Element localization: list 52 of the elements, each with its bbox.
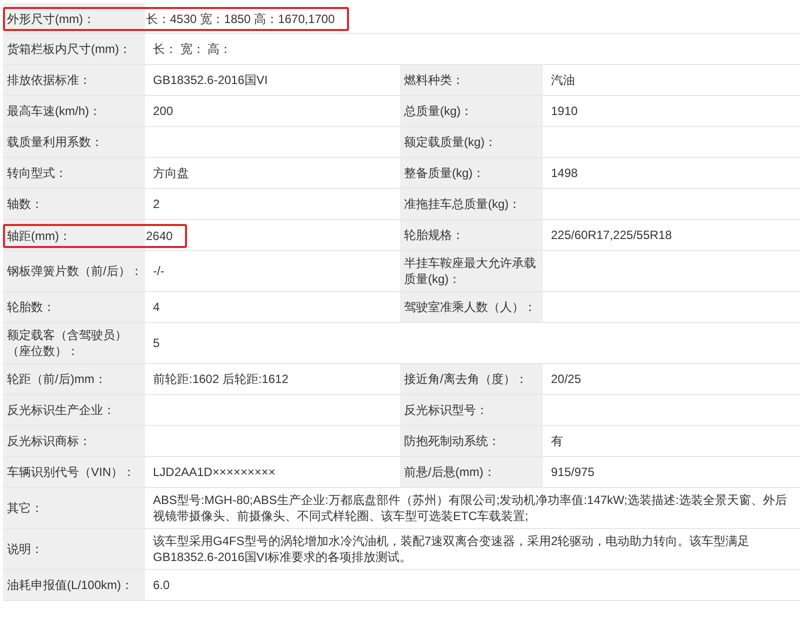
label-cell: 轴数： xyxy=(3,189,145,219)
label-cell: 额定载质量(kg)： xyxy=(400,127,543,157)
label-cell: 轮胎规格： xyxy=(400,220,543,250)
label-cell: 反光标识商标： xyxy=(3,426,145,456)
value-cell-text: 2 xyxy=(152,196,161,213)
value-cell-text: GB18352.6-2016国VI xyxy=(152,72,269,89)
label-text: 轴距(mm)： xyxy=(6,228,72,245)
label-cell: 轮距（前/后)mm： xyxy=(3,364,145,394)
label-cell: 额定载客（含驾驶员）（座位数）： xyxy=(3,323,145,363)
label-cell: 车辆识别代号（VIN）： xyxy=(3,457,145,487)
label-cell: 反光标识型号： xyxy=(400,395,543,425)
value-cell-text: 长： 宽： 高： xyxy=(152,41,233,58)
value-cell-text: -/- xyxy=(152,263,166,280)
value-cell-text: LJD2AA1D××××××××× xyxy=(152,464,276,481)
label-cell: 反光标识生产企业： xyxy=(3,395,145,425)
value-text: 2640 xyxy=(145,228,174,245)
label-cell: 半挂车鞍座最大允许承载质量(kg)： xyxy=(400,251,543,291)
label-cell: 说明： xyxy=(3,529,145,569)
label-cell: 接近角/离去角（度）： xyxy=(400,364,543,394)
label-cell: 总质量(kg)： xyxy=(400,96,543,126)
value-cell-text: 方向盘 xyxy=(152,165,190,182)
value-cell-text: 200 xyxy=(152,103,174,120)
label-cell: 其它： xyxy=(3,488,145,528)
value-cell-text: 5 xyxy=(152,335,161,352)
label-cell: 转向型式： xyxy=(3,158,145,188)
value-cell-text: 6.0 xyxy=(152,577,171,594)
value-cell-text: 有 xyxy=(550,433,564,450)
value-cell-text: 该车型采用G4FS型号的涡轮增加水冷汽油机，装配7速双离合变速器，采用2轮驱动，电动助力转向。该车型满足GB18352.6-2016国VI标准要求的各项排放测试。 xyxy=(152,533,751,566)
value-cell-text: 915/975 xyxy=(550,464,596,481)
label-cell: 油耗申报值(L/100km)： xyxy=(3,570,145,600)
label-cell: 燃料种类： xyxy=(400,65,543,95)
label-cell: 轮胎数： xyxy=(3,292,145,322)
value-cell-text: 前轮距:1602 后轮距:1612 xyxy=(152,371,290,388)
value-cell-text: 225/60R17,225/55R18 xyxy=(550,227,673,244)
value-text: 长：4530 宽：1850 高：1670,1700 xyxy=(145,11,336,28)
value-cell-text: 1910 xyxy=(550,103,579,120)
label-cell: 货箱栏板内尺寸(mm)： xyxy=(3,34,145,64)
label-cell: 载质量利用系数： xyxy=(3,127,145,157)
label-cell: 钢板弹簧片数（前/后）： xyxy=(3,251,145,291)
label-cell: 整备质量(kg)： xyxy=(400,158,543,188)
label-cell: 驾驶室准乘人数（人）： xyxy=(400,292,543,322)
value-cell-text: 汽油 xyxy=(550,72,576,89)
label-cell: 排放依据标准： xyxy=(3,65,145,95)
value-cell-text: 4 xyxy=(152,299,161,316)
value-cell-text: 20/25 xyxy=(550,371,582,388)
label-cell: 准拖挂车总质量(kg)： xyxy=(400,189,543,219)
label-cell: 前悬/后悬(mm)： xyxy=(400,457,543,487)
value-cell-text: 1498 xyxy=(550,165,579,182)
label-cell: 最高车速(km/h)： xyxy=(3,96,145,126)
value-cell-text: ABS型号:MGH-80;ABS生产企业:万都底盘部件（苏州）有限公司;发动机净功率值:147kW;选装描述:选装全景天窗、外后视镜带摄像头、前摄像头、不同式样轮圈、该车型可选装ETC车载装置; xyxy=(152,492,788,525)
label-cell: 防抱死制动系统： xyxy=(400,426,543,456)
label-text: 外形尺寸(mm)： xyxy=(6,11,96,28)
